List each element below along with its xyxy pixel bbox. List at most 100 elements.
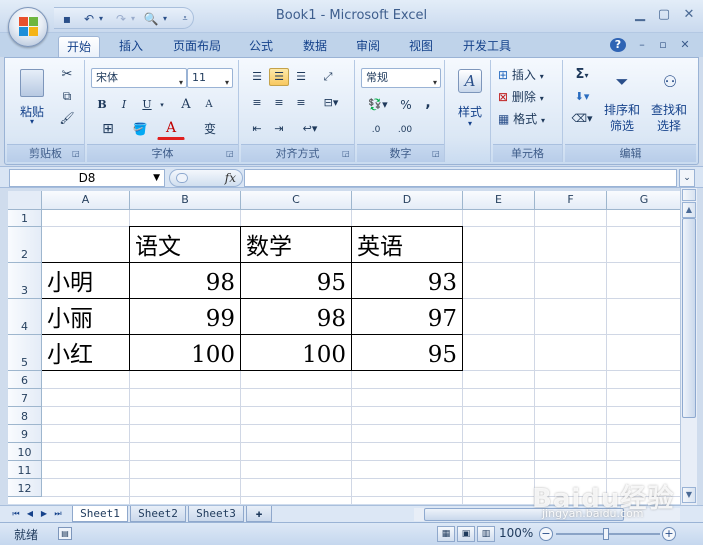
tab-page-layout[interactable]: 页面布局 <box>165 36 229 57</box>
number-format-select[interactable]: 常规 ▾ <box>361 68 441 88</box>
grow-font-button[interactable]: A <box>175 96 197 114</box>
formula-input[interactable] <box>244 169 677 187</box>
zoom-out-icon[interactable]: − <box>539 527 553 541</box>
align-left-icon[interactable]: ≡ <box>247 94 267 112</box>
find-select-button[interactable]: ⚇ 查找和 选择 <box>645 64 691 136</box>
scroll-down-icon[interactable]: ▼ <box>682 487 696 503</box>
font-color-button[interactable]: A <box>157 120 185 140</box>
table-cell[interactable]: 93 <box>352 263 463 299</box>
row-header-2[interactable]: 2 <box>8 227 42 263</box>
shrink-font-button[interactable]: A <box>199 96 219 114</box>
fill-down-icon[interactable]: ⬇▾ <box>569 88 595 106</box>
first-sheet-icon[interactable]: ⏮ <box>10 508 22 520</box>
align-bottom-icon[interactable]: ☰ <box>291 68 311 86</box>
table-cell[interactable]: 99 <box>130 299 241 335</box>
macro-record-icon[interactable]: ▤ <box>58 527 72 540</box>
zoom-level[interactable]: 100% <box>499 526 533 540</box>
page-layout-view-icon[interactable]: ▣ <box>457 526 475 542</box>
table-cell[interactable]: 95 <box>241 263 352 299</box>
phonetic-button[interactable]: 变 <box>193 120 227 140</box>
row-header-5[interactable]: 5 <box>8 335 42 371</box>
table-cell[interactable]: 98 <box>241 299 352 335</box>
scroll-up-icon[interactable]: ▲ <box>682 202 696 218</box>
zoom-slider-thumb[interactable] <box>603 528 609 540</box>
vertical-scrollbar[interactable]: ▲ ▼ <box>680 188 697 506</box>
row-header-6[interactable]: 6 <box>8 371 42 389</box>
minimize-button[interactable]: ▁ <box>627 6 653 24</box>
copy-icon[interactable]: ⧉ <box>57 88 77 106</box>
expand-formula-bar-icon[interactable]: ⌄ <box>679 169 695 187</box>
format-painter-icon[interactable]: 🖌 <box>57 110 77 128</box>
row-header-9[interactable]: 9 <box>8 425 42 443</box>
row-header-11[interactable]: 11 <box>8 461 42 479</box>
merge-center-icon[interactable]: ⊟▾ <box>317 94 345 112</box>
worksheet-grid[interactable]: A B C D E F G 1 2 3 4 5 6 7 8 9 10 11 12… <box>8 191 680 504</box>
tab-review[interactable]: 审阅 <box>347 36 389 57</box>
sort-filter-button[interactable]: ⏷ 排序和 筛选 <box>599 64 643 136</box>
ribbon-restore-icon[interactable]: ▫ <box>655 38 671 52</box>
table-header-cell[interactable]: 语文 <box>130 227 241 263</box>
clear-icon[interactable]: ⌫▾ <box>569 110 595 128</box>
autosum-button[interactable]: Σ▾ <box>569 66 595 84</box>
clipboard-launcher-icon[interactable]: ◲ <box>72 149 81 158</box>
font-size-select[interactable]: 11 ▾ <box>187 68 233 88</box>
percent-button[interactable]: % <box>397 96 415 114</box>
align-middle-icon[interactable]: ☰ <box>269 68 289 86</box>
font-launcher-icon[interactable]: ◲ <box>226 149 235 158</box>
borders-icon[interactable]: ⊞ <box>93 120 123 140</box>
column-header-a[interactable]: A <box>42 191 130 210</box>
number-launcher-icon[interactable]: ◲ <box>432 149 441 158</box>
table-row-label[interactable]: 小明 <box>42 263 130 299</box>
split-box-icon[interactable] <box>682 189 696 201</box>
table-cell[interactable]: 100 <box>241 335 352 371</box>
tab-data[interactable]: 数据 <box>294 36 336 57</box>
tab-developer[interactable]: 开发工具 <box>455 36 519 57</box>
last-sheet-icon[interactable]: ⏭ <box>52 508 64 520</box>
row-header-7[interactable]: 7 <box>8 389 42 407</box>
delete-cells-button[interactable]: ⊠ 删除 ▾ <box>497 88 559 106</box>
normal-view-icon[interactable]: ▦ <box>437 526 455 542</box>
column-header-d[interactable]: D <box>352 191 463 210</box>
underline-dropdown-icon[interactable]: ▾ <box>157 96 167 114</box>
next-sheet-icon[interactable]: ▶ <box>38 508 50 520</box>
insert-function-button[interactable]: fx <box>225 170 236 186</box>
sheet-tab-3[interactable]: Sheet3 <box>188 506 244 522</box>
row-header-10[interactable]: 10 <box>8 443 42 461</box>
styles-button[interactable]: A 样式 ▾ <box>451 64 487 136</box>
wrap-text-icon[interactable]: ↩▾ <box>295 120 325 138</box>
tab-home[interactable]: 开始 <box>58 36 100 57</box>
table-cell[interactable]: 100 <box>130 335 241 371</box>
italic-button[interactable]: I <box>115 96 133 114</box>
column-header-c[interactable]: C <box>241 191 352 210</box>
table-cell[interactable]: 95 <box>352 335 463 371</box>
tab-insert[interactable]: 插入 <box>110 36 152 57</box>
comma-button[interactable]: , <box>419 96 437 114</box>
workbook-close-icon[interactable]: ✕ <box>677 38 693 52</box>
decrease-decimal-button[interactable]: .00 <box>391 120 419 140</box>
select-all-button[interactable] <box>8 191 42 210</box>
accounting-format-icon[interactable]: 💱▾ <box>363 96 393 114</box>
table-row-label[interactable]: 小红 <box>42 335 130 371</box>
insert-cells-button[interactable]: ⊞ 插入 ▾ <box>497 66 559 84</box>
tab-view[interactable]: 视图 <box>400 36 442 57</box>
ribbon-minimize-icon[interactable]: – <box>634 38 650 52</box>
cut-icon[interactable]: ✂ <box>57 66 77 84</box>
table-header-cell[interactable]: 英语 <box>352 227 463 263</box>
decrease-indent-icon[interactable]: ⇤ <box>247 120 267 138</box>
alignment-launcher-icon[interactable]: ◲ <box>342 149 351 158</box>
sheet-tab-1[interactable]: Sheet1 <box>72 506 128 522</box>
align-right-icon[interactable]: ≡ <box>291 94 311 112</box>
zoom-in-icon[interactable]: + <box>662 527 676 541</box>
help-icon[interactable]: ? <box>610 38 626 52</box>
format-cells-button[interactable]: ▦ 格式 ▾ <box>497 110 559 128</box>
vertical-scroll-thumb[interactable] <box>682 218 696 418</box>
fill-color-icon[interactable]: 🪣 <box>125 120 155 140</box>
table-row-label[interactable]: 小丽 <box>42 299 130 335</box>
underline-button[interactable]: U <box>137 96 157 114</box>
tab-formulas[interactable]: 公式 <box>240 36 282 57</box>
table-cell[interactable]: 97 <box>352 299 463 335</box>
row-header-1[interactable]: 1 <box>8 210 42 227</box>
column-header-f[interactable]: F <box>535 191 607 210</box>
name-box[interactable]: D8 ▼ <box>9 169 165 187</box>
close-button[interactable]: ✕ <box>676 6 702 24</box>
